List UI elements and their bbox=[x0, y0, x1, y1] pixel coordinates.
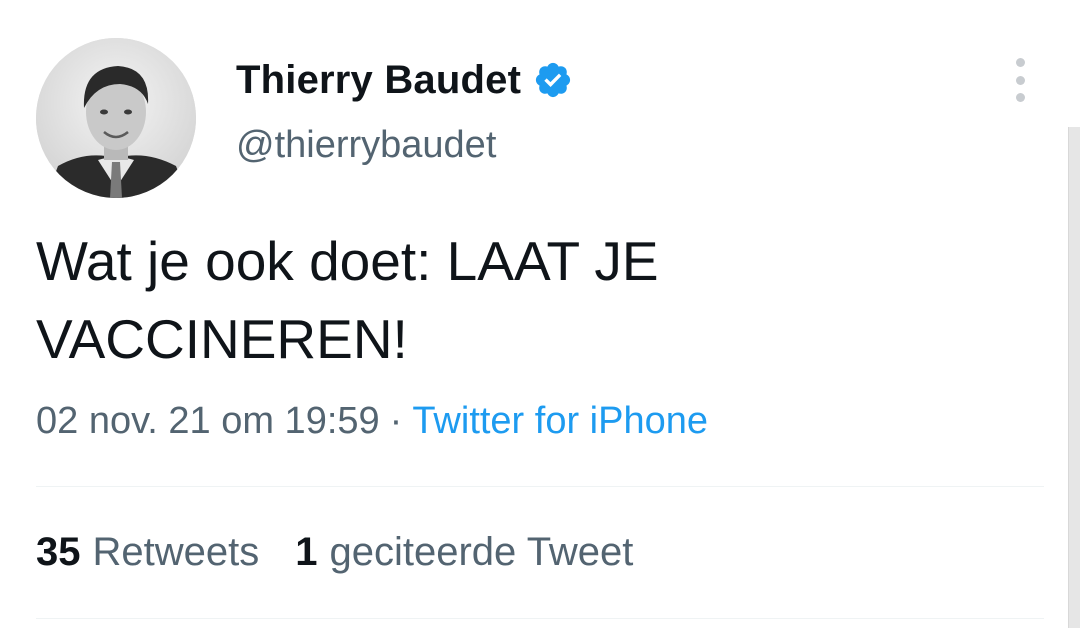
more-vertical-icon bbox=[1015, 58, 1025, 67]
more-vertical-icon-dot bbox=[1015, 75, 1025, 85]
tweet-stats: 35 Retweets 1 geciteerde Tweet bbox=[36, 530, 669, 575]
retweets-stat[interactable]: 35 Retweets bbox=[36, 530, 259, 575]
verified-badge-icon bbox=[533, 60, 573, 100]
avatar-photo bbox=[36, 38, 196, 198]
author-display-name[interactable]: Thierry Baudet bbox=[236, 58, 521, 103]
more-vertical-icon-dot bbox=[1015, 93, 1025, 102]
avatar[interactable] bbox=[36, 38, 196, 198]
tweet-source-link[interactable]: Twitter for iPhone bbox=[412, 400, 708, 442]
divider bbox=[36, 618, 1044, 619]
author-handle[interactable]: @thierrybaudet bbox=[236, 124, 496, 167]
quotes-stat[interactable]: 1 geciteerde Tweet bbox=[295, 530, 633, 575]
tweet-text: Wat je ook doet: LAAT JE VACCINEREN! bbox=[36, 230, 659, 370]
more-options-button[interactable] bbox=[1002, 58, 1038, 102]
scrollbar[interactable] bbox=[1068, 127, 1080, 628]
divider bbox=[36, 486, 1044, 487]
meta-separator: · bbox=[389, 400, 403, 442]
tweet-timestamp[interactable]: 02 nov. 21 om 19:59 bbox=[36, 400, 380, 442]
tweet-card: Thierry Baudet @thierrybaudet Wat je ook… bbox=[0, 0, 1080, 628]
quotes-label: geciteerde Tweet bbox=[329, 530, 634, 574]
retweets-count: 35 bbox=[36, 530, 81, 574]
retweets-label: Retweets bbox=[92, 530, 260, 574]
quotes-count: 1 bbox=[295, 530, 318, 574]
author-name-row: Thierry Baudet bbox=[236, 56, 573, 104]
tweet-meta: 02 nov. 21 om 19:59 · Twitter for iPhone bbox=[36, 400, 708, 443]
